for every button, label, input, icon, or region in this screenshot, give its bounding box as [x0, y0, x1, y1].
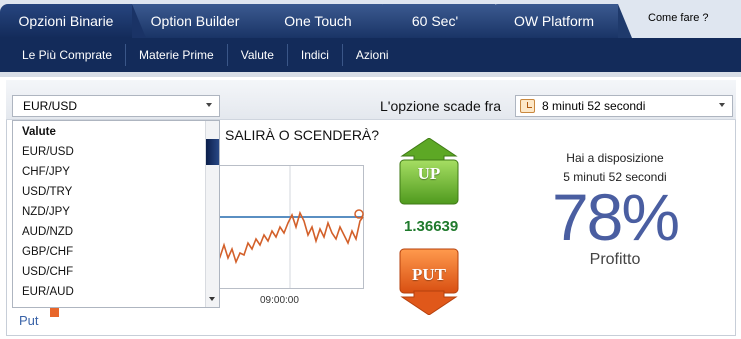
tab-ow-platform[interactable]: OW Platform	[490, 4, 632, 38]
dropdown-scrollbar[interactable]	[205, 121, 219, 307]
dropdown-option[interactable]: NZD/JPY	[22, 206, 70, 218]
chevron-down-icon	[206, 103, 212, 107]
tab-label: OW Platform	[513, 13, 595, 29]
expiry-select-value: 8 minuti 52 secondi	[542, 99, 646, 113]
clock-icon	[520, 99, 535, 113]
tab-opzioni-binarie[interactable]: Opzioni Binarie	[0, 4, 146, 38]
dropdown-option[interactable]: GBP/CHF	[22, 246, 73, 258]
up-button[interactable]: UP	[398, 137, 460, 206]
put-button-label: PUT	[412, 265, 446, 284]
time-available-label: Hai a disposizione	[566, 151, 664, 165]
tab-option-builder[interactable]: Option Builder	[125, 4, 279, 38]
tab-one-touch[interactable]: One Touch	[254, 4, 396, 38]
category-nav: Le Più Comprate Materie Prime Valute Ind…	[0, 38, 741, 72]
subnav-item-indici[interactable]: Indici	[288, 44, 343, 66]
put-button[interactable]: PUT	[398, 247, 460, 316]
subnav-item-azioni[interactable]: Azioni	[343, 44, 402, 66]
current-price: 1.36639	[404, 218, 459, 235]
tab-label: Opzioni Binarie	[18, 13, 114, 29]
dropdown-option[interactable]: EUR/AUD	[22, 286, 74, 298]
tab-label: Option Builder	[150, 13, 240, 29]
chart-time-label: 09:00:00	[260, 295, 299, 306]
divider	[0, 72, 741, 77]
up-button-label: UP	[417, 164, 441, 183]
dropdown-option[interactable]: AUD/NZD	[22, 226, 73, 238]
price-chart	[212, 165, 364, 289]
dropdown-group-header: Valute	[22, 126, 56, 138]
subnav-item-valute[interactable]: Valute	[228, 44, 288, 66]
profit-label: Profitto	[589, 251, 641, 268]
dropdown-option[interactable]: USD/CHF	[22, 266, 73, 278]
subnav-item-materie-prime[interactable]: Materie Prime	[126, 44, 228, 66]
expiry-select[interactable]: 8 minuti 52 secondi	[515, 95, 733, 117]
subnav-item-le-piu-comprate[interactable]: Le Più Comprate	[0, 44, 127, 66]
legend-put: Put	[19, 313, 39, 328]
top-tab-bar: Opzioni Binarie Option Builder One Touch…	[0, 0, 741, 38]
scroll-down-arrow-icon[interactable]	[209, 297, 215, 301]
chevron-down-icon	[719, 103, 725, 107]
dropdown-option[interactable]: EUR/USD	[22, 146, 74, 158]
asset-dropdown-list: Valute EUR/USD CHF/JPY USD/TRY NZD/JPY A…	[12, 120, 220, 308]
tab-label: 60 Sec'	[411, 13, 459, 29]
help-link[interactable]: Come fare ?	[648, 12, 709, 24]
tab-60-sec[interactable]: 60 Sec'	[375, 4, 509, 38]
legend-put-swatch	[50, 308, 59, 317]
scrollbar-thumb[interactable]	[206, 139, 219, 165]
tab-label: One Touch	[284, 13, 352, 29]
dropdown-option[interactable]: USD/TRY	[22, 186, 72, 198]
dropdown-option[interactable]: CHF/JPY	[22, 166, 70, 178]
expiry-label: L'opzione scade fra	[380, 98, 501, 114]
asset-select[interactable]: EUR/USD	[12, 95, 220, 117]
question-text: SALIRÀ O SCENDERÀ?	[225, 127, 380, 143]
payout-percent: 78%	[551, 180, 680, 254]
asset-select-value: EUR/USD	[23, 99, 78, 113]
